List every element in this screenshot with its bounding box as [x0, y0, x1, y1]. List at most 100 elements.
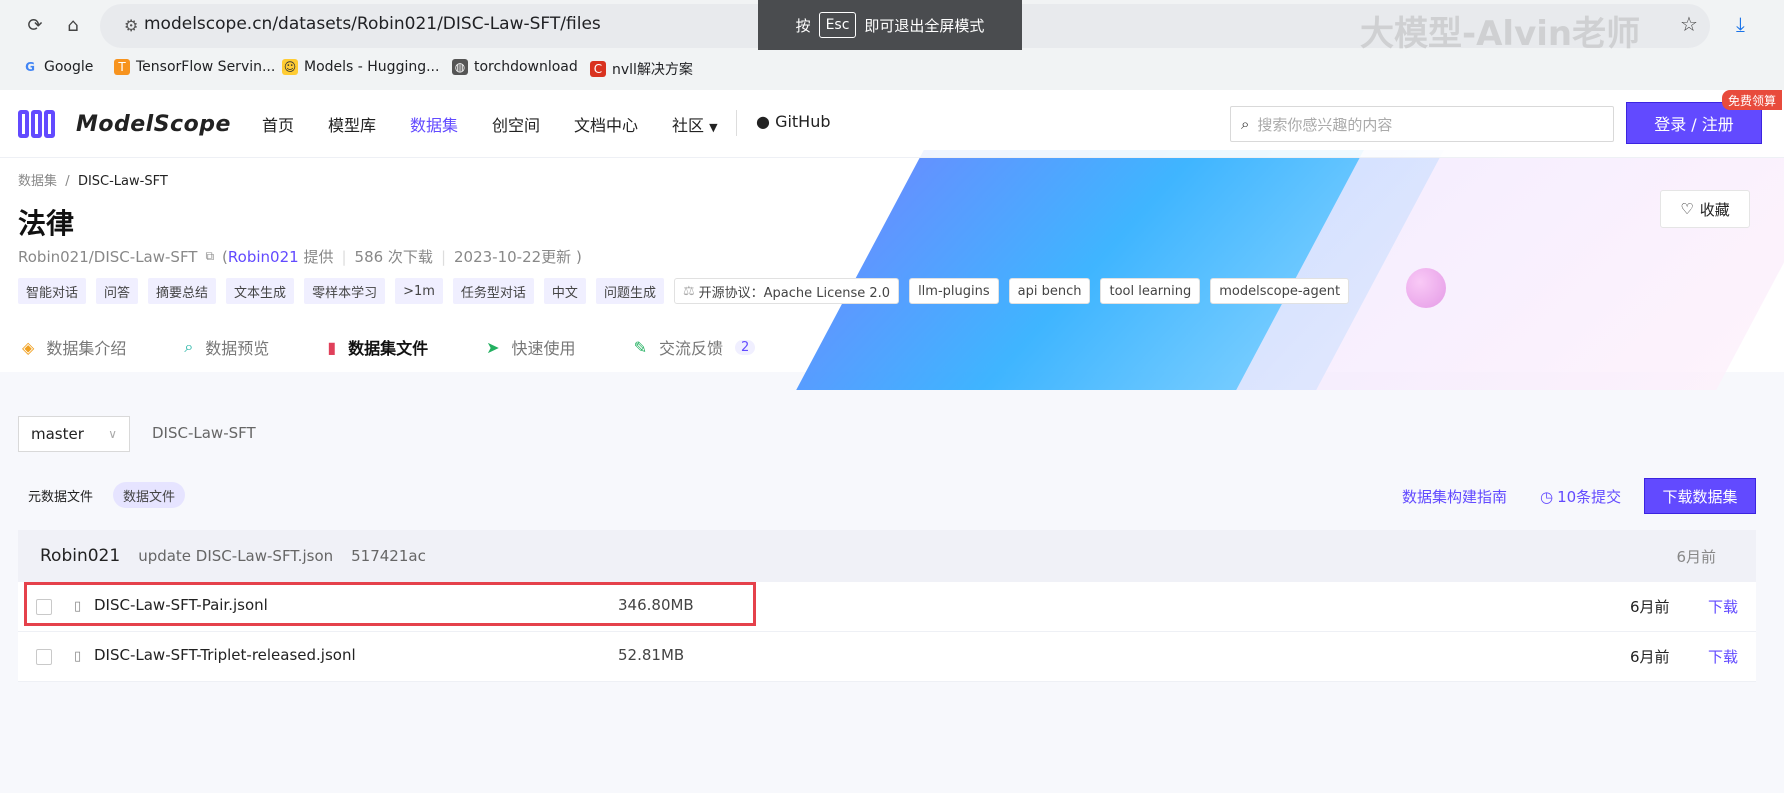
url-text[interactable]: modelscope.cn/datasets/Robin021/DISC-Law…: [144, 14, 601, 34]
repo-path: DISC-Law-SFT: [152, 424, 256, 442]
favorite-button[interactable]: ♡ 收藏: [1660, 190, 1750, 228]
site-info-icon[interactable]: ⚙: [124, 16, 138, 35]
nav-community[interactable]: 社区 ▼: [672, 112, 718, 136]
tag[interactable]: 任务型对话: [452, 278, 534, 304]
files-icon: ▮: [327, 337, 337, 357]
bookmark-google[interactable]: G Google: [22, 59, 93, 75]
commits-link[interactable]: ◷ 10条提交: [1540, 486, 1621, 507]
bookmark-torchdownload[interactable]: ◍ torchdownload: [452, 59, 578, 75]
license-tag[interactable]: ⚖ 开源协议：Apache License 2.0: [673, 278, 900, 304]
tab-label: 快速使用: [511, 339, 576, 358]
repo-id: Robin021/DISC-Law-SFT: [18, 247, 198, 266]
row-checkbox[interactable]: [36, 649, 52, 665]
tab-preview[interactable]: ⌕ 数据预览: [162, 322, 292, 372]
nav-home[interactable]: 首页: [262, 112, 294, 136]
esc-suffix: 即可退出全屏模式: [864, 16, 985, 35]
tab-data-files[interactable]: 数据文件: [113, 482, 186, 508]
file-name[interactable]: DISC-Law-SFT-Triplet-released.jsonl: [94, 646, 356, 664]
tag-outline[interactable]: llm-plugins: [909, 278, 999, 304]
reload-icon[interactable]: ⟳: [22, 12, 48, 38]
nav-datasets[interactable]: 数据集: [410, 112, 458, 136]
nav-models[interactable]: 模型库: [328, 112, 376, 136]
breadcrumb-datasets[interactable]: 数据集: [18, 174, 57, 189]
hero-bubble: [1406, 268, 1446, 308]
tab-label: 交流反馈: [658, 339, 723, 358]
tab-feedback[interactable]: ✎ 交流反馈 2: [611, 322, 778, 372]
tab-metadata-files[interactable]: 元数据文件: [18, 482, 103, 508]
search-input[interactable]: ⌕ 搜索你感兴趣的内容: [1230, 106, 1614, 142]
nav-github-label: GitHub: [775, 112, 831, 131]
commit-message[interactable]: update DISC-Law-SFT.json: [138, 547, 333, 565]
bookmark-label: Models - Hugging...: [304, 59, 440, 75]
branch-select[interactable]: master ∨: [18, 416, 130, 452]
breadcrumb-separator: /: [65, 174, 70, 189]
commit-author[interactable]: Robin021: [40, 546, 120, 566]
tag[interactable]: 问答: [96, 278, 139, 304]
license-label: 开源协议：Apache License 2.0: [698, 285, 891, 301]
nav-studios[interactable]: 创空间: [492, 112, 540, 136]
tag-list: 智能对话 问答 摘要总结 文本生成 零样本学习 >1m 任务型对话 中文 问题生…: [18, 278, 1350, 304]
dataset-tabs: ◈ 数据集介绍 ⌕ 数据预览 ▮ 数据集文件 ➤ 快速使用 ✎ 交流反馈 2: [0, 322, 791, 372]
tag[interactable]: >1m: [395, 278, 443, 304]
chevron-down-icon: ∨: [108, 427, 117, 441]
tab-label: 数据集介绍: [46, 339, 127, 358]
bookmark-nvll[interactable]: C nvll解决方案: [590, 59, 693, 79]
copy-icon[interactable]: ⧉: [205, 249, 214, 264]
tensorflow-icon: T: [114, 59, 130, 75]
tag-outline[interactable]: tool learning: [1100, 278, 1201, 304]
home-icon[interactable]: ⌂: [60, 12, 86, 38]
huggingface-icon: ☺: [282, 59, 298, 75]
download-icon[interactable]: ⤓: [1736, 12, 1745, 36]
download-dataset-button[interactable]: 下载数据集: [1644, 478, 1756, 514]
tag-outline[interactable]: modelscope-agent: [1210, 278, 1350, 304]
clock-icon: ◷: [1540, 487, 1554, 506]
commit-hash[interactable]: 517421ac: [351, 547, 426, 565]
tag[interactable]: 摘要总结: [148, 278, 217, 304]
logo-text: ModelScope: [76, 111, 231, 137]
tab-quickstart[interactable]: ➤ 快速使用: [464, 322, 598, 372]
nav-docs[interactable]: 文档中心: [574, 112, 638, 136]
download-count: 586 次下载: [354, 248, 433, 266]
bookmark-star-icon[interactable]: ☆: [1680, 12, 1698, 36]
branch-value: master: [31, 425, 84, 443]
bookmark-tensorflow[interactable]: T TensorFlow Servin...: [114, 59, 275, 75]
file-time: 6月前: [1630, 648, 1670, 666]
feedback-count: 2: [734, 339, 756, 355]
send-icon: ➤: [486, 337, 500, 357]
tag[interactable]: 中文: [543, 278, 586, 304]
file-time: 6月前: [1630, 598, 1670, 616]
build-guide-link[interactable]: 数据集构建指南: [1402, 486, 1507, 507]
address-row: ⟳ ⌂ ⚙ modelscope.cn/datasets/Robin021/DI…: [0, 0, 1784, 54]
file-size: 52.81MB: [618, 646, 685, 664]
table-row[interactable]: ▯ DISC-Law-SFT-Triplet-released.jsonl 52…: [18, 632, 1756, 682]
commits-label: 10条提交: [1557, 488, 1622, 506]
provider-link[interactable]: Robin021: [228, 248, 299, 266]
file-download-link[interactable]: 下载: [1708, 596, 1738, 617]
free-badge[interactable]: 免费领算: [1722, 90, 1783, 110]
file-download-link[interactable]: 下载: [1708, 646, 1738, 667]
csdn-icon: C: [590, 61, 606, 77]
tab-label: 数据预览: [205, 339, 270, 358]
globe-icon: ◍: [452, 59, 468, 75]
tab-files[interactable]: ▮ 数据集文件: [305, 322, 451, 372]
tag[interactable]: 智能对话: [18, 278, 87, 304]
latest-commit: Robin021 update DISC-Law-SFT.json 517421…: [18, 530, 1756, 582]
file-icon: ▯: [74, 649, 82, 664]
bookmark-label: torchdownload: [474, 59, 578, 75]
google-icon: G: [25, 60, 35, 74]
heart-icon: ♡: [1680, 200, 1694, 218]
tag[interactable]: 问题生成: [595, 278, 664, 304]
tag[interactable]: 文本生成: [226, 278, 295, 304]
tab-intro[interactable]: ◈ 数据集介绍: [0, 322, 149, 372]
browser-chrome: ⟳ ⌂ ⚙ modelscope.cn/datasets/Robin021/DI…: [0, 0, 1784, 90]
caret-down-icon: ▼: [709, 121, 718, 134]
esc-key: Esc: [818, 12, 857, 38]
provider-suffix: 提供: [303, 248, 334, 266]
tag[interactable]: 零样本学习: [304, 278, 386, 304]
page-title: 法律: [18, 207, 75, 240]
tag-outline[interactable]: api bench: [1008, 278, 1091, 304]
bookmark-huggingface[interactable]: ☺ Models - Hugging...: [282, 59, 439, 75]
nav-github[interactable]: ● GitHub: [756, 112, 831, 131]
modelscope-logo[interactable]: ModelScope: [18, 110, 231, 138]
preview-icon: ⌕: [184, 337, 194, 356]
